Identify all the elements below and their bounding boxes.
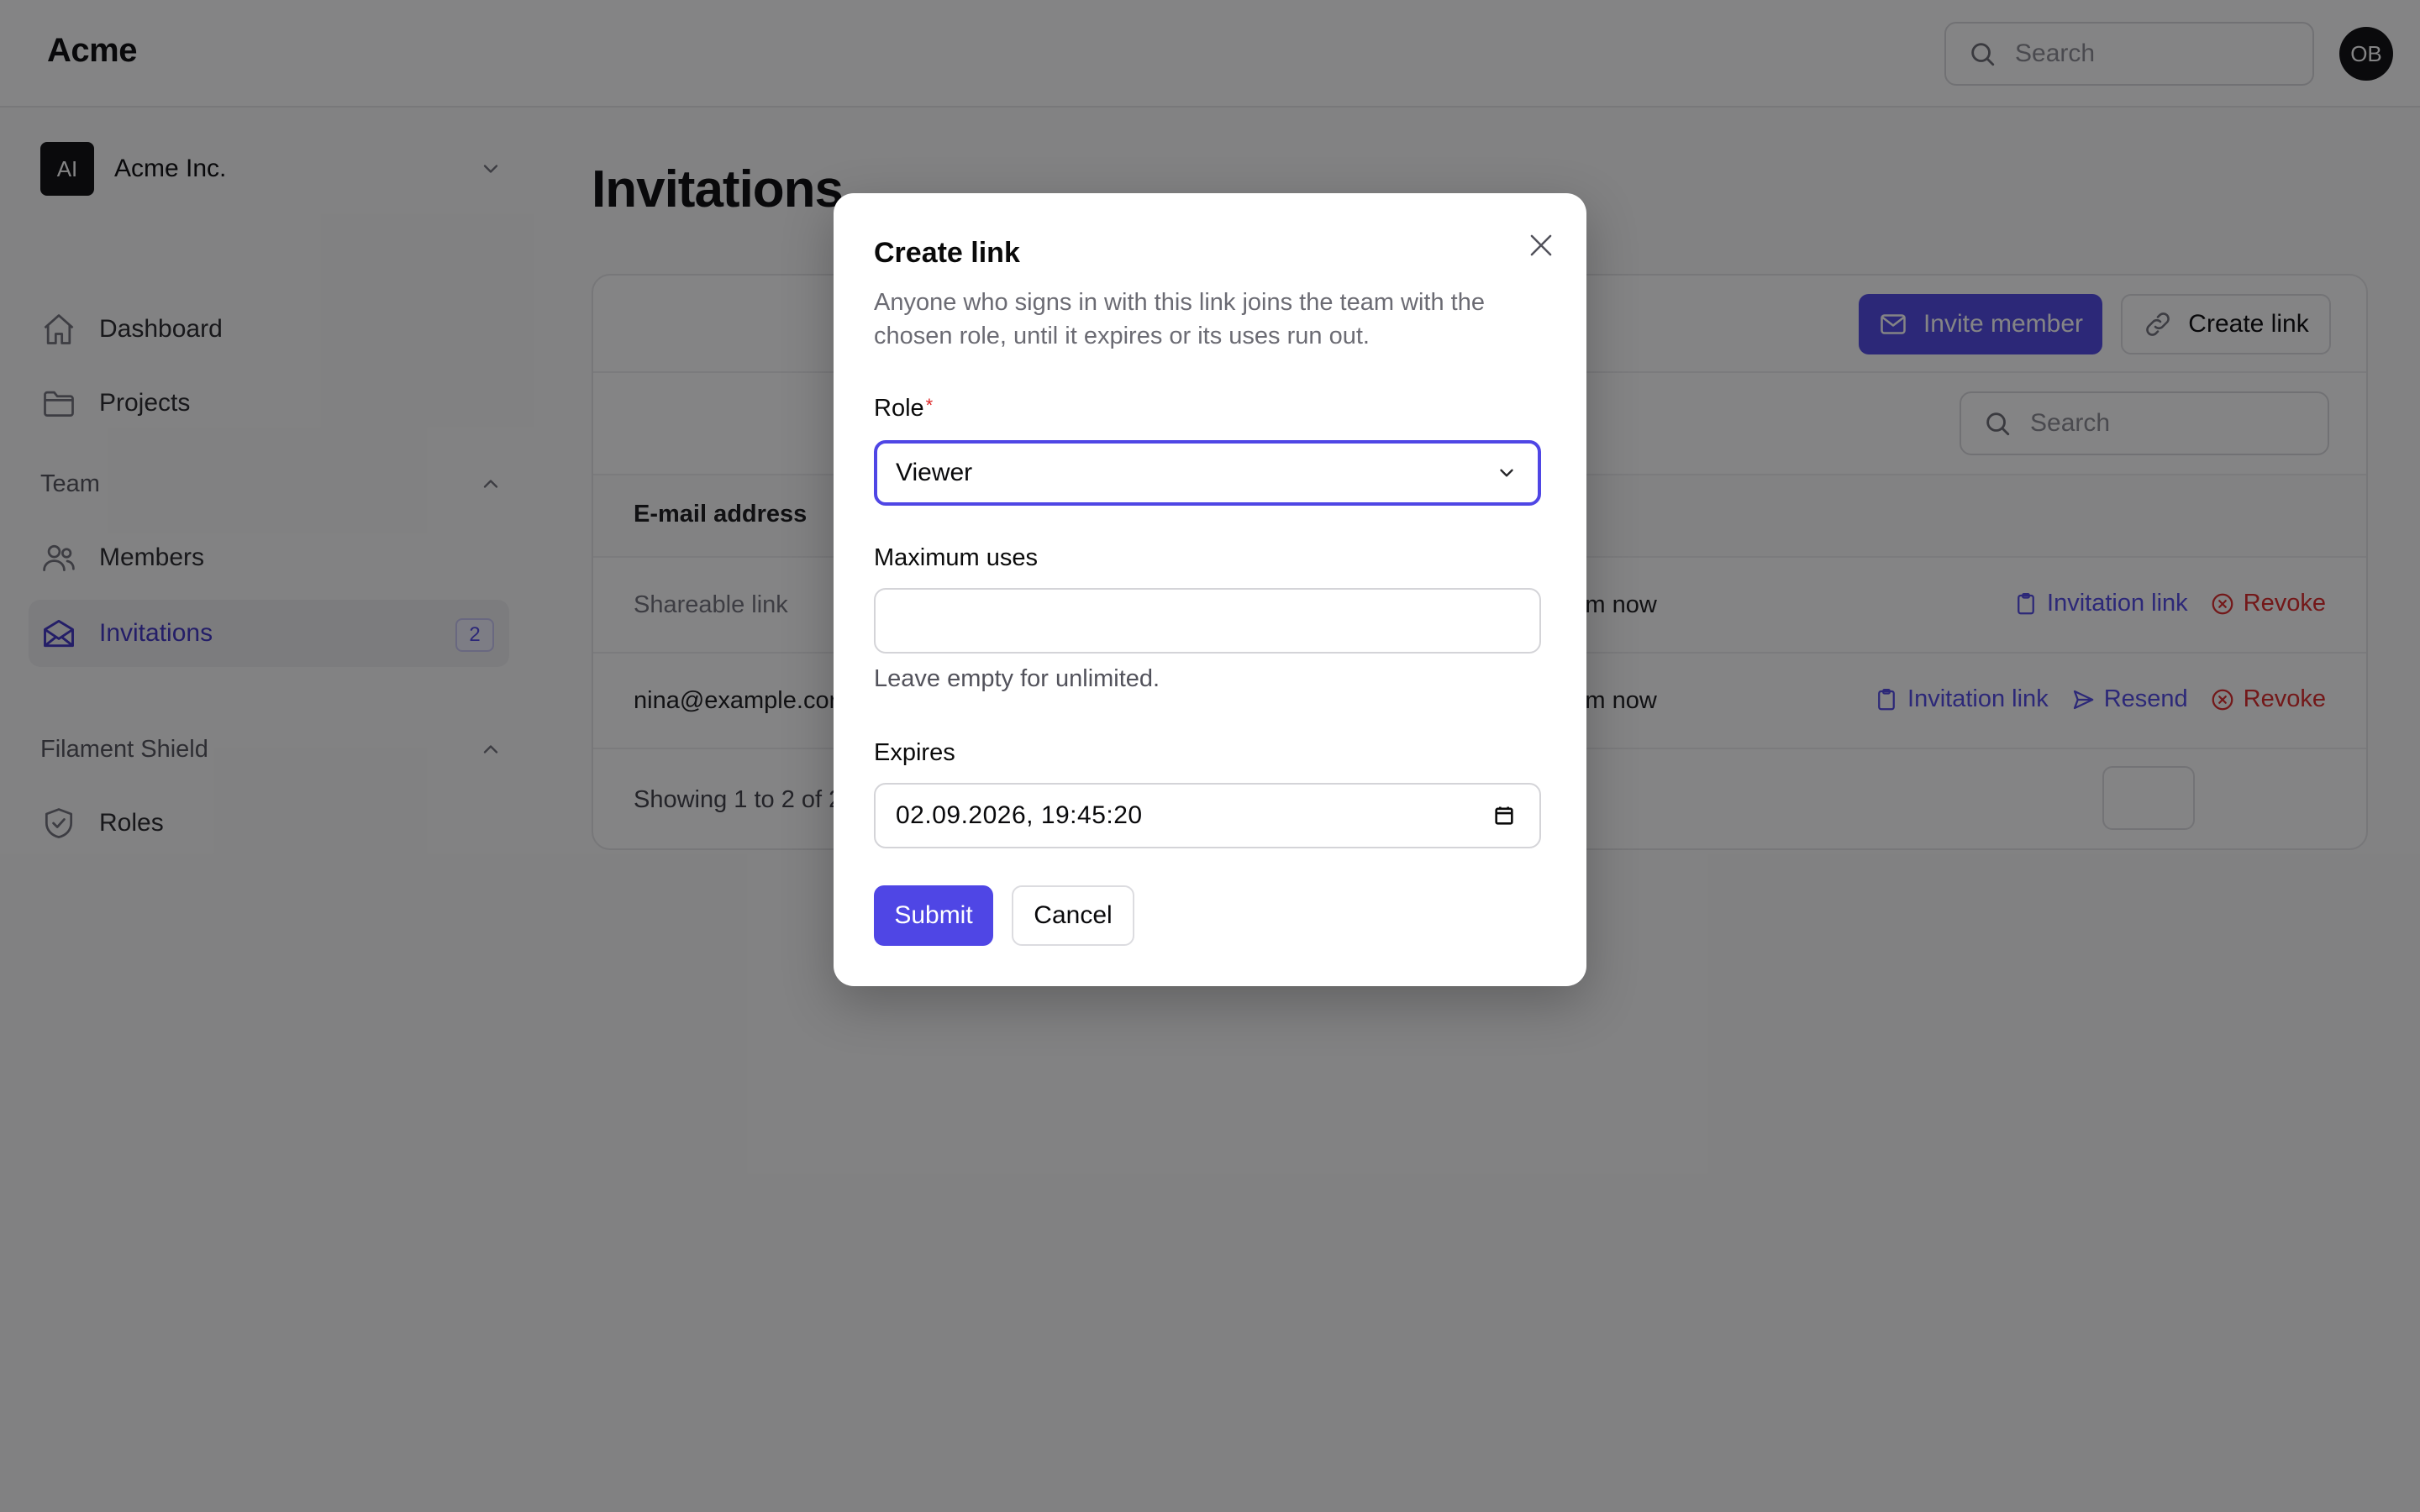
close-button[interactable]: [1521, 225, 1561, 265]
role-select[interactable]: Viewer: [874, 440, 1541, 506]
close-icon: [1525, 229, 1557, 261]
cancel-button[interactable]: Cancel: [1012, 885, 1134, 946]
modal-description: Anyone who signs in with this link joins…: [874, 289, 1485, 349]
expires-value: 02.09.2026, 19:45:20: [896, 801, 1143, 829]
role-field-label: Role*: [874, 395, 933, 423]
expires-label: Expires: [874, 739, 955, 766]
chevron-down-icon: [1496, 462, 1518, 484]
max-uses-helper: Leave empty for unlimited.: [874, 665, 1160, 692]
submit-button[interactable]: Submit: [874, 885, 993, 946]
create-link-modal: Create link Anyone who signs in with thi…: [834, 193, 1586, 986]
required-marker: *: [925, 395, 934, 416]
calendar-icon[interactable]: [1492, 804, 1516, 827]
max-uses-label: Maximum uses: [874, 544, 1038, 571]
role-label-text: Role: [874, 395, 924, 422]
expires-datetime-input[interactable]: 02.09.2026, 19:45:20: [874, 783, 1541, 848]
role-select-value: Viewer: [896, 459, 973, 486]
max-uses-input[interactable]: [874, 588, 1541, 654]
modal-title: Create link: [874, 237, 1020, 269]
